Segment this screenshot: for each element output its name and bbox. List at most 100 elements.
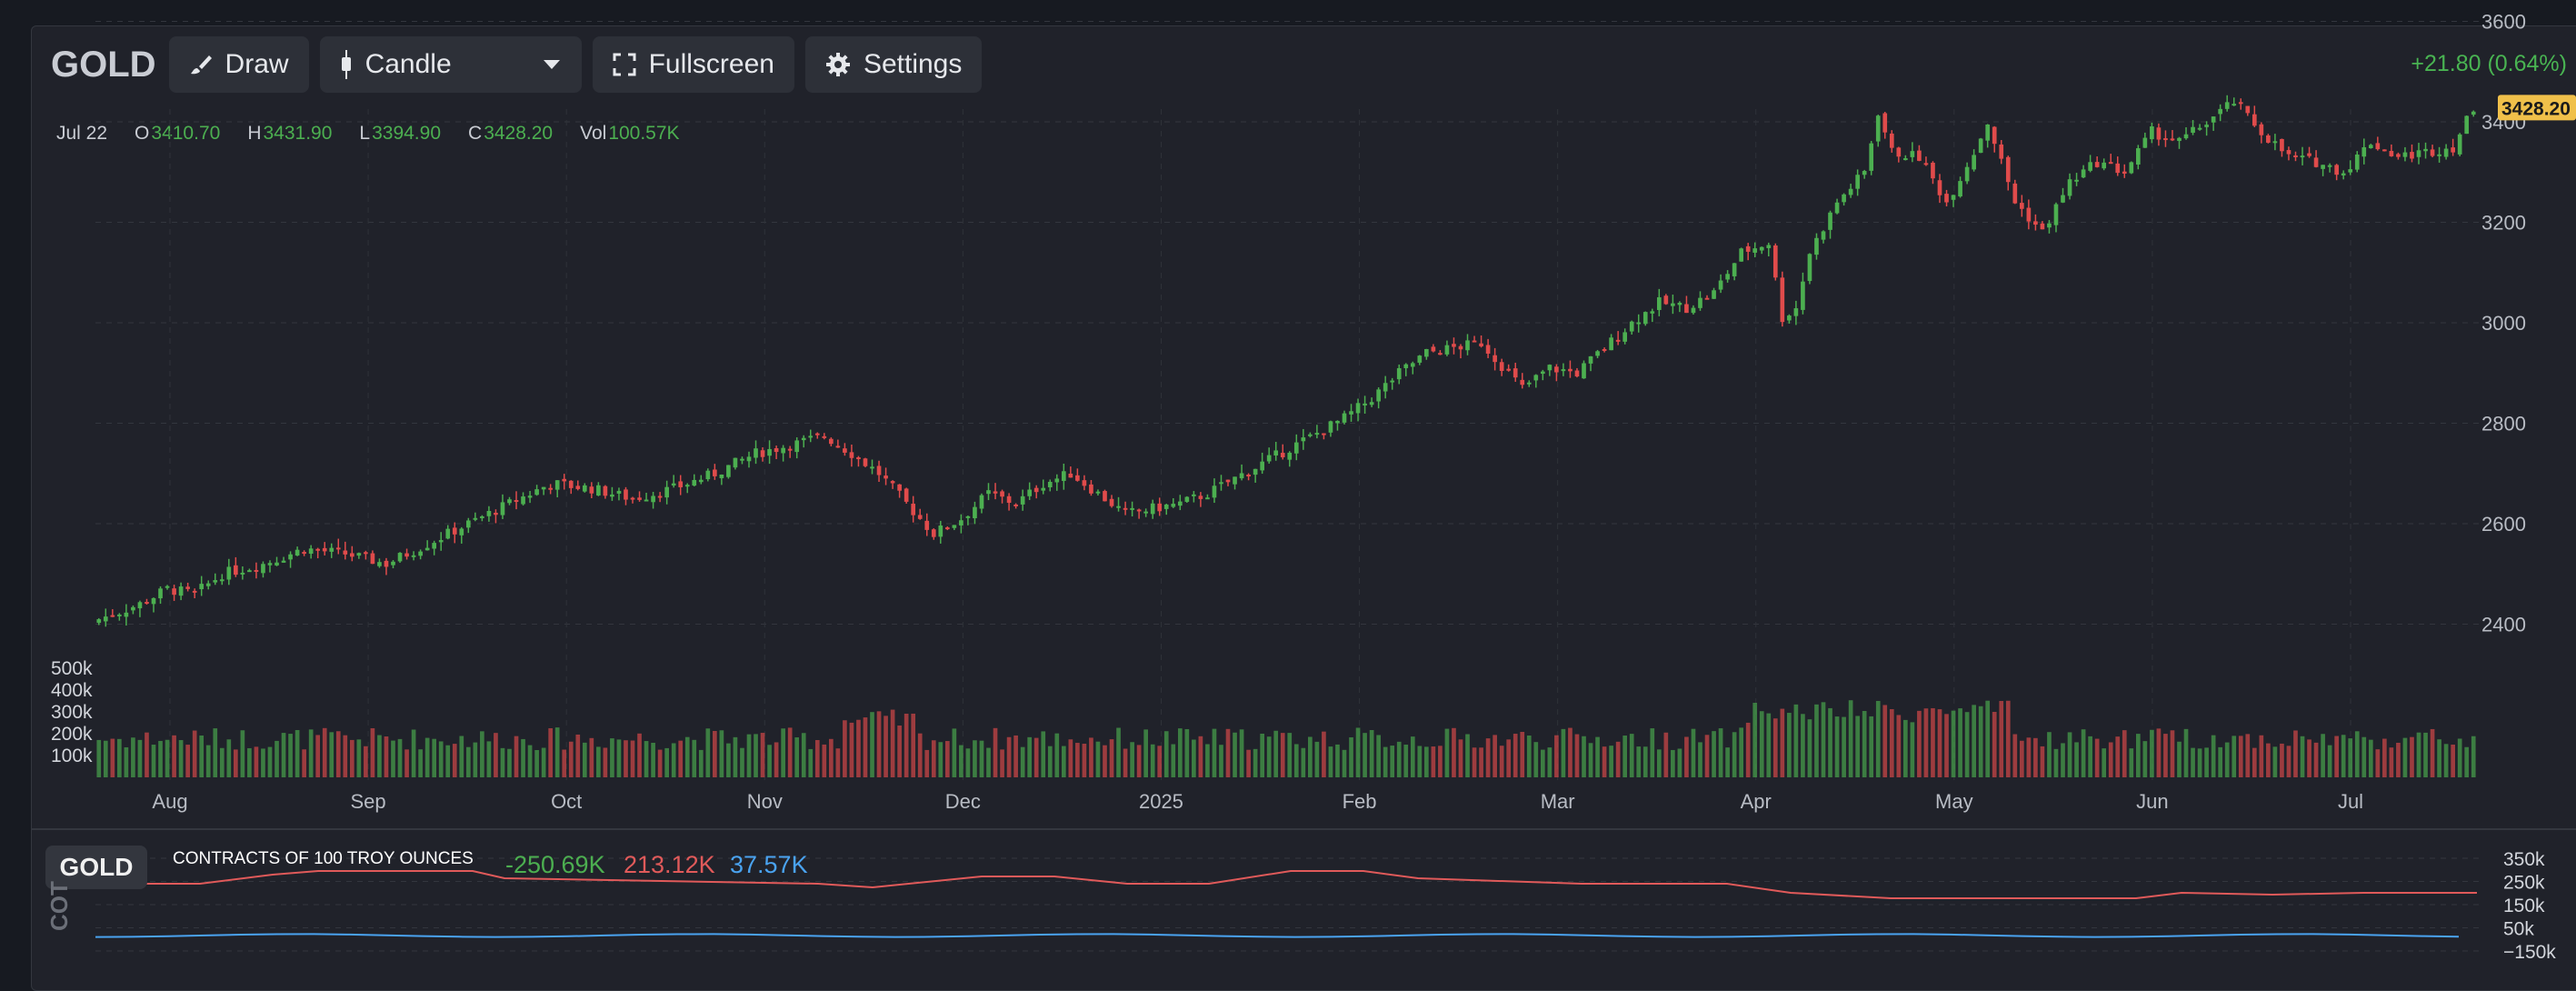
- candle-body: [616, 490, 622, 494]
- candle: [1335, 420, 1340, 431]
- volume-bar: [343, 735, 348, 777]
- candle: [2382, 149, 2387, 152]
- price-axis-tick: 3000: [2481, 312, 2526, 335]
- candle-body: [1328, 421, 1333, 433]
- candle-body: [424, 547, 430, 551]
- candle-body: [1622, 332, 1628, 342]
- candle: [1903, 155, 1908, 161]
- candle: [2211, 116, 2216, 131]
- candle: [2430, 145, 2435, 158]
- volume-bar: [1109, 739, 1114, 777]
- time-axis-tick: May: [1935, 790, 1973, 813]
- volume-bar: [1533, 742, 1539, 777]
- candle: [2218, 104, 2223, 122]
- candle-body: [589, 486, 594, 494]
- candle: [1691, 305, 1696, 315]
- volume-bar: [500, 747, 505, 777]
- candle: [726, 465, 731, 479]
- candle-body: [1438, 353, 1443, 355]
- last-price-tag: 3428.20: [2498, 95, 2576, 121]
- candle: [302, 550, 306, 556]
- volume-bar: [459, 736, 464, 777]
- volume-bar: [2286, 746, 2291, 777]
- candle-body: [1020, 496, 1025, 505]
- candle-body: [261, 564, 265, 574]
- volume-bar: [1547, 747, 1553, 777]
- candle-body: [452, 527, 457, 535]
- volume-bar: [370, 728, 375, 777]
- candle-body: [2074, 179, 2079, 182]
- candle: [2361, 138, 2367, 165]
- candle: [1793, 300, 1799, 325]
- volume-bar: [2396, 742, 2401, 777]
- volume-bar: [185, 745, 190, 777]
- candle: [1403, 363, 1409, 376]
- candle-body: [1403, 364, 1409, 368]
- volume-bar: [2122, 730, 2127, 777]
- time-axis-tick: Mar: [1541, 790, 1575, 813]
- candle-body: [494, 512, 498, 516]
- candle: [2005, 155, 2011, 191]
- volume-bar: [534, 749, 539, 777]
- volume-bar: [1246, 749, 1251, 777]
- volume-bar: [384, 736, 389, 777]
- volume-bar: [1609, 746, 1613, 777]
- candle-body: [145, 602, 149, 605]
- candle: [1431, 344, 1436, 353]
- cot-short-value: 37.57K: [730, 851, 808, 878]
- price-chart[interactable]: 2400260028003000320034003600Aug Sep Oct Nov…: [0, 0, 2576, 976]
- volume-bar: [965, 748, 971, 777]
- cot-title: CONTRACTS OF 100 TROY OUNCES: [173, 849, 474, 868]
- candle-body: [521, 496, 525, 505]
- volume-bar: [1225, 728, 1231, 777]
- candle: [733, 457, 738, 470]
- candle: [1615, 331, 1621, 345]
- volume-bar: [1766, 713, 1772, 777]
- candle-body: [151, 597, 156, 605]
- candle: [2252, 105, 2257, 127]
- candle-body: [2129, 162, 2134, 174]
- volume-bar: [1869, 716, 1874, 777]
- volume-bar: [2321, 734, 2325, 777]
- volume-bar: [2361, 736, 2367, 777]
- candle-body: [2115, 163, 2121, 174]
- volume-bar: [1431, 746, 1436, 777]
- candle: [1780, 271, 1785, 327]
- candle: [2163, 130, 2168, 147]
- candle-body: [1937, 180, 1942, 195]
- candle-body: [1068, 473, 1073, 478]
- candle-body: [1875, 115, 1881, 142]
- volume-bar: [199, 735, 205, 777]
- candle: [1814, 233, 1819, 260]
- candle-body: [684, 485, 690, 487]
- volume-bar: [1972, 705, 1976, 777]
- candle: [1582, 360, 1586, 379]
- volume-bar: [465, 746, 471, 777]
- candle: [1869, 141, 1874, 175]
- volume-bar: [1588, 743, 1593, 777]
- candle-body: [2197, 127, 2202, 130]
- volume-bar: [124, 746, 129, 777]
- volume-bar: [678, 740, 684, 777]
- candle: [137, 600, 143, 617]
- volume-bar: [1438, 746, 1443, 777]
- cot-axis-tick: 350k: [2503, 849, 2545, 870]
- candle: [1862, 169, 1867, 179]
- candle-body: [938, 526, 944, 537]
- volume-bar: [719, 730, 724, 777]
- volume-bar: [1772, 718, 1778, 777]
- candle-body: [2280, 138, 2284, 152]
- candle: [1787, 314, 1792, 324]
- candle-body: [2170, 138, 2175, 141]
- volume-bar: [856, 719, 861, 777]
- candle-body: [733, 457, 738, 468]
- volume-bar: [890, 709, 895, 777]
- volume-bar: [2348, 738, 2353, 777]
- candle: [876, 460, 882, 482]
- volume-bar: [1875, 700, 1881, 777]
- volume-bar: [432, 738, 437, 777]
- candle: [315, 547, 321, 559]
- candle: [1875, 115, 1881, 147]
- candle-body: [2313, 157, 2319, 167]
- candle: [1937, 174, 1942, 204]
